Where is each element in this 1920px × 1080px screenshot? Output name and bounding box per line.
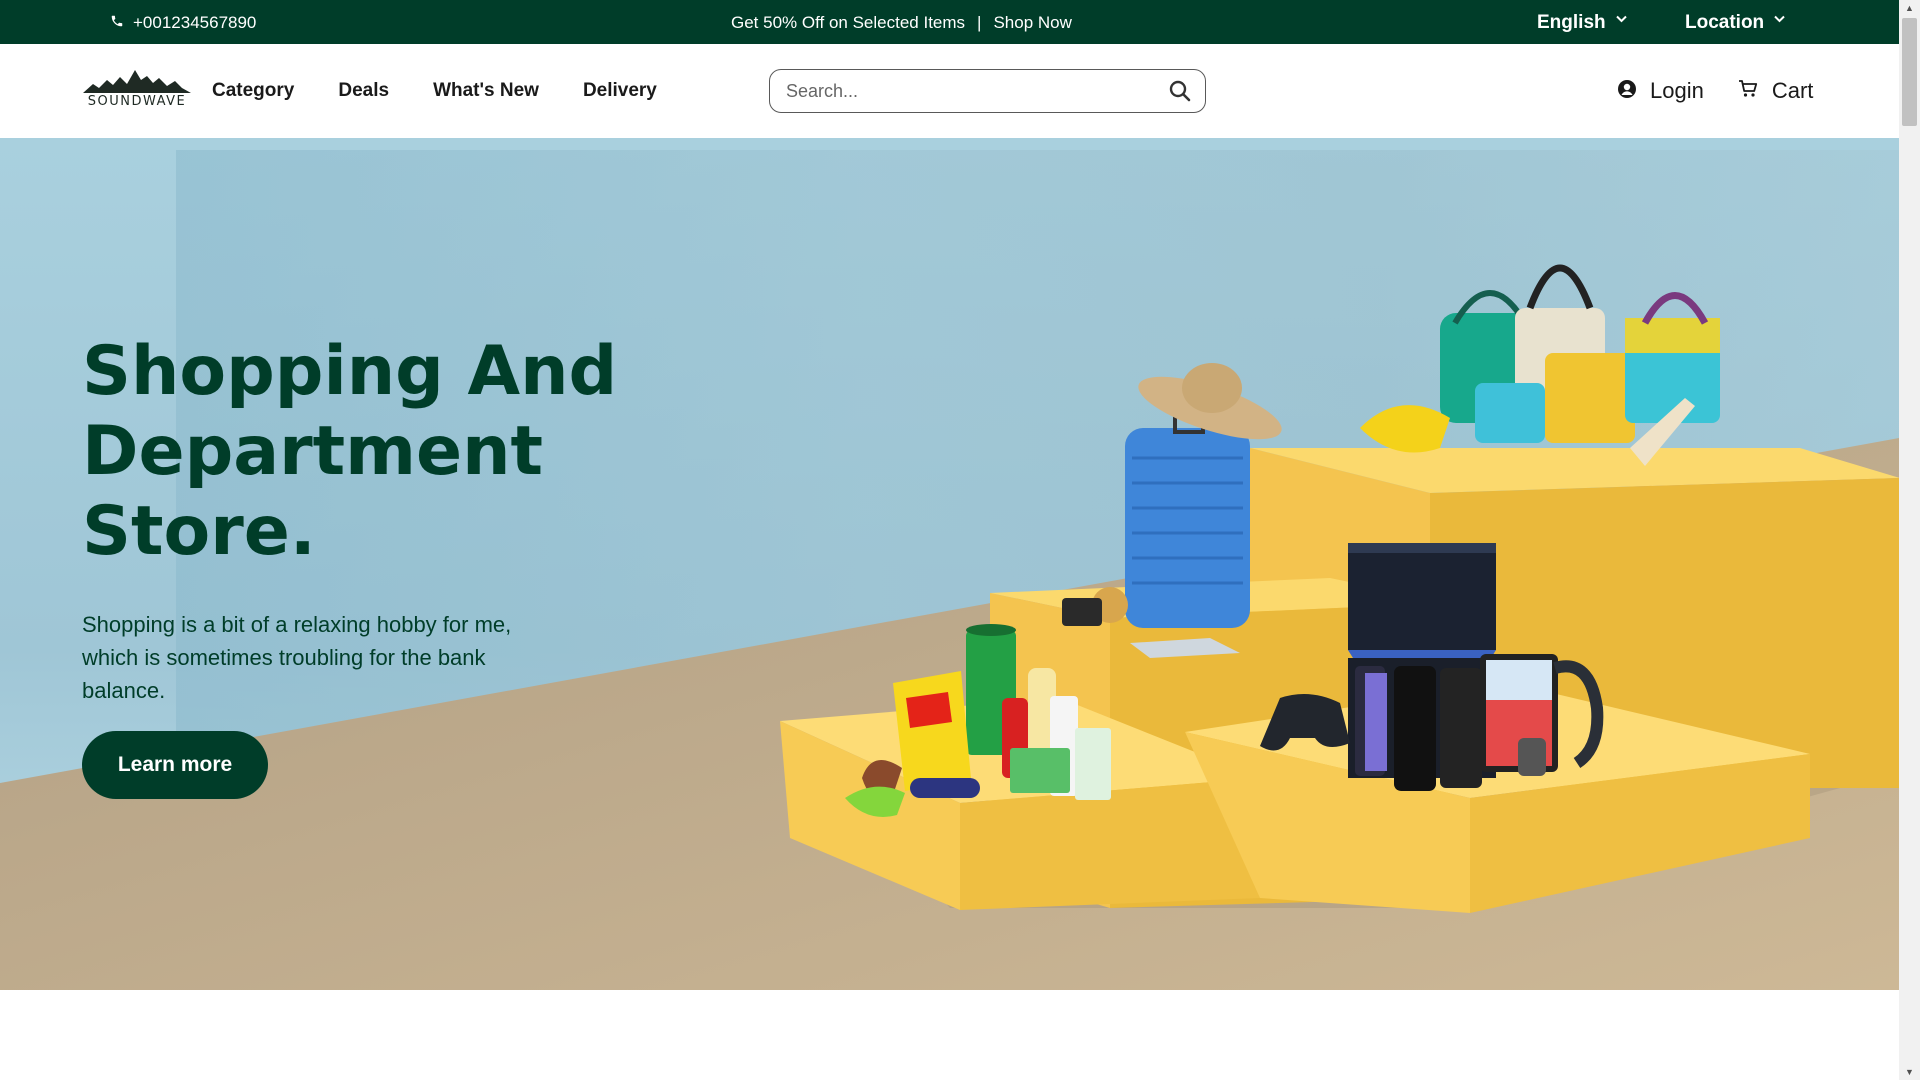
promo-text: Get 50% Off on Selected Items	[731, 13, 966, 32]
cart-button[interactable]: Cart	[1738, 78, 1814, 104]
nav-whats-new[interactable]: What's New	[433, 80, 539, 102]
hero-subtitle: Shopping is a bit of a relaxing hobby fo…	[82, 612, 512, 703]
location-label: Location	[1685, 12, 1765, 33]
cart-label: Cart	[1771, 78, 1814, 103]
user-icon	[1618, 78, 1636, 104]
login-label: Login	[1650, 78, 1704, 103]
language-select[interactable]: English	[1537, 12, 1627, 34]
search-icon[interactable]	[1169, 80, 1191, 102]
header-actions: Login Cart	[1618, 78, 1813, 104]
promo-banner: Get 50% Off on Selected Items | Shop Now	[731, 13, 1072, 33]
login-button[interactable]: Login	[1618, 78, 1704, 104]
nav-category[interactable]: Category	[212, 80, 294, 102]
page: +001234567890 Get 50% Off on Selected It…	[0, 0, 1920, 1080]
top-bar: +001234567890 Get 50% Off on Selected It…	[0, 0, 1899, 44]
chevron-down-icon	[1774, 14, 1785, 26]
below-hero-section	[0, 990, 1899, 1080]
cart-icon	[1738, 78, 1758, 104]
main-nav: Category Deals What's New Delivery	[212, 80, 657, 102]
learn-more-button[interactable]: Learn more	[82, 731, 268, 799]
hero-banner: Shopping And Department Store. Shopping …	[0, 138, 1899, 990]
phone-icon	[110, 13, 124, 33]
soundwave-logo[interactable]: SOUNDWAVE	[83, 67, 191, 111]
phone-number: +001234567890	[133, 13, 257, 32]
hero-title: Shopping And Department Store.	[82, 332, 618, 571]
nav-deals[interactable]: Deals	[338, 80, 389, 102]
scrollbar-thumb[interactable]	[1902, 18, 1917, 126]
shop-now-link[interactable]: Shop Now	[993, 13, 1071, 33]
search-input[interactable]	[786, 80, 1169, 102]
logo-wordmark: SOUNDWAVE	[87, 94, 187, 109]
scroll-down-arrow-icon[interactable]: ▼	[1899, 1064, 1920, 1080]
language-label: English	[1537, 12, 1606, 33]
promo-separator: |	[977, 13, 982, 32]
phone-contact[interactable]: +001234567890	[110, 13, 256, 33]
scroll-up-arrow-icon[interactable]: ▲	[1899, 0, 1920, 16]
main-header: SOUNDWAVE Category Deals What's New Deli…	[0, 44, 1899, 138]
chevron-down-icon	[1615, 14, 1627, 26]
search-bar	[769, 69, 1206, 113]
hero-copy: Shopping And Department Store. Shopping …	[82, 332, 622, 707]
location-select[interactable]: Location	[1685, 12, 1785, 34]
nav-delivery[interactable]: Delivery	[583, 80, 657, 102]
vertical-scrollbar[interactable]: ▲ ▼	[1899, 0, 1920, 1080]
